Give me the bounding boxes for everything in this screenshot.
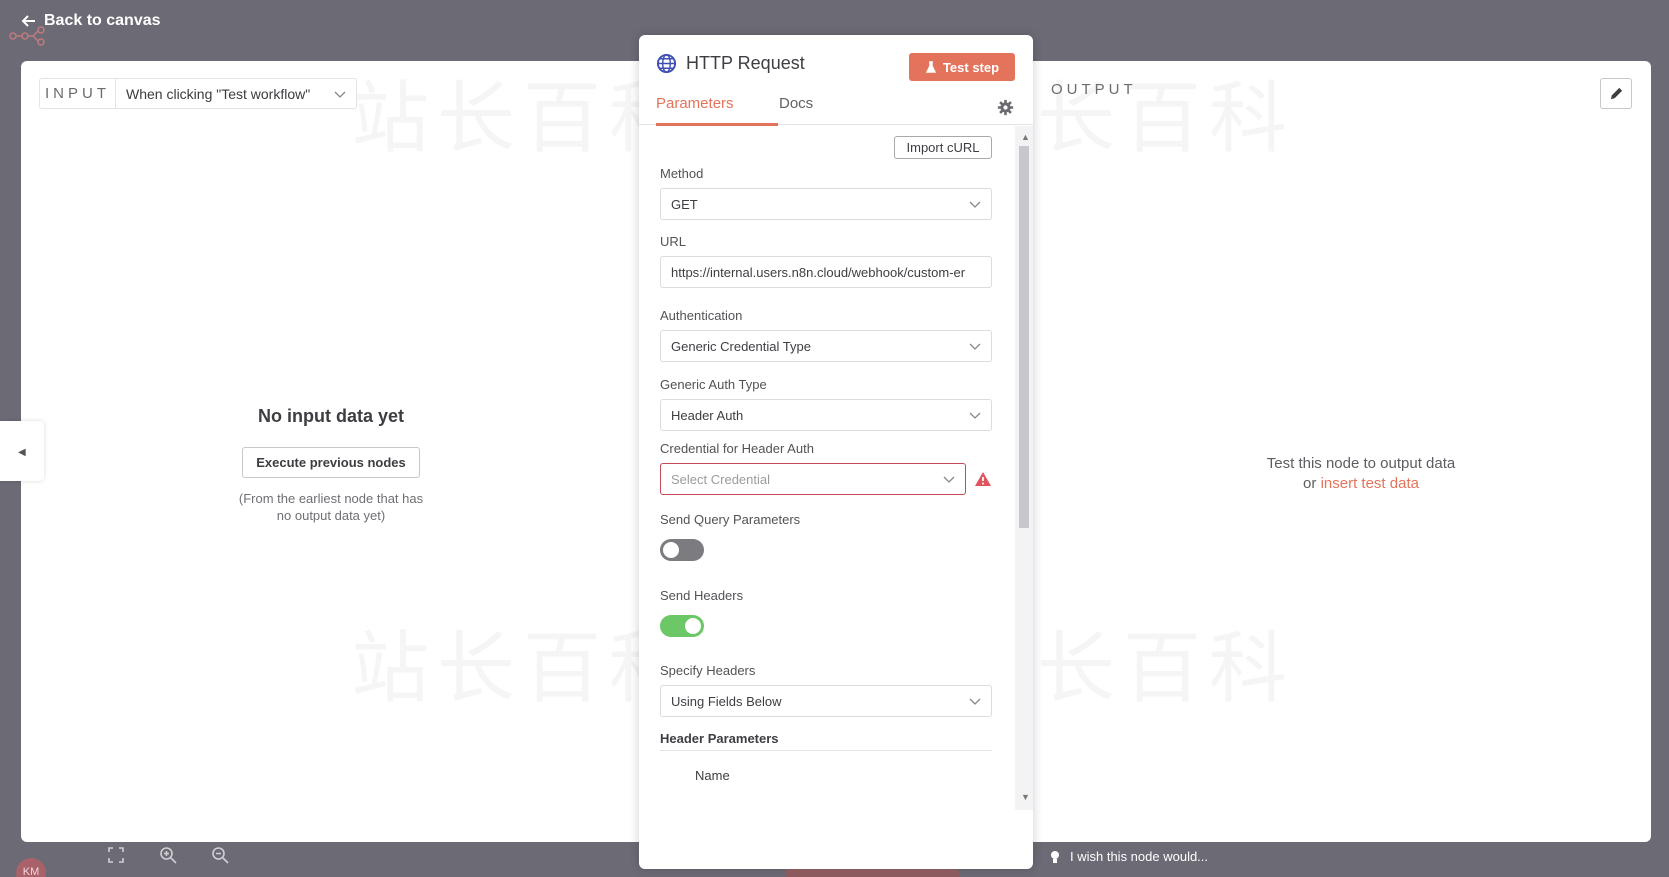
chevron-down-icon xyxy=(334,91,346,98)
scroll-up-icon[interactable]: ▲ xyxy=(1021,132,1030,142)
tab-docs[interactable]: Docs xyxy=(779,95,813,120)
send-headers-toggle[interactable] xyxy=(660,615,704,637)
generic-auth-type-select[interactable]: Header Auth xyxy=(660,399,992,431)
avatar[interactable]: KM xyxy=(16,858,46,877)
output-empty-line: Test this node to output data xyxy=(1266,455,1456,472)
header-name-label: Name xyxy=(695,768,730,783)
credential-label: Credential for Header Auth xyxy=(660,441,814,456)
send-headers-label: Send Headers xyxy=(660,588,744,603)
input-empty-hint: (From the earliest node that has no outpu… xyxy=(238,491,424,523)
authentication-label: Authentication xyxy=(660,308,743,323)
output-empty-state: Test this node to output data or insert … xyxy=(1241,454,1481,494)
method-label: Method xyxy=(660,166,704,181)
credential-placeholder: Select Credential xyxy=(671,471,770,487)
output-empty-or: or xyxy=(1303,475,1317,492)
method-select[interactable]: GET xyxy=(660,188,992,220)
chevron-down-icon xyxy=(969,698,981,705)
chevron-down-icon xyxy=(969,201,981,208)
parameters-form: Import cURL Method GET URL https://inter… xyxy=(639,126,1033,810)
feedback-link[interactable]: I wish this node would... xyxy=(1048,849,1208,864)
url-value: https://internal.users.n8n.cloud/webhook… xyxy=(671,264,966,280)
globe-icon xyxy=(656,53,677,74)
left-drag-handle[interactable]: ◀ xyxy=(0,421,44,481)
specify-headers-label: Specify Headers xyxy=(660,663,756,678)
input-trigger-value: When clicking "Test workflow" xyxy=(126,85,311,102)
flask-icon xyxy=(925,61,937,73)
input-trigger-select[interactable]: When clicking "Test workflow" xyxy=(116,79,356,108)
lightbulb-icon xyxy=(1051,850,1059,863)
chevron-down-icon xyxy=(969,343,981,350)
toggle-knob xyxy=(663,542,679,558)
test-step-button[interactable]: Test step xyxy=(909,53,1015,81)
warning-icon xyxy=(975,472,991,486)
generic-auth-type-value: Header Auth xyxy=(671,407,744,423)
input-pane-label: INPUT xyxy=(40,79,116,108)
send-query-toggle[interactable] xyxy=(660,539,704,561)
section-divider xyxy=(660,750,992,751)
send-query-label: Send Query Parameters xyxy=(660,512,801,527)
authentication-select[interactable]: Generic Credential Type xyxy=(660,330,992,362)
header-parameters-title: Header Parameters xyxy=(660,731,779,746)
scroll-down-icon[interactable]: ▼ xyxy=(1021,792,1030,802)
node-settings-panel: HTTP Request Test step Parameters Docs I… xyxy=(639,35,1033,869)
gear-icon[interactable] xyxy=(997,99,1014,116)
credential-select[interactable]: Select Credential xyxy=(660,463,966,495)
zoom-out-icon[interactable] xyxy=(211,846,229,864)
chevron-down-icon xyxy=(969,412,981,419)
insert-test-data-link[interactable]: insert test data xyxy=(1321,475,1419,492)
edit-output-button[interactable] xyxy=(1600,78,1632,109)
pencil-icon xyxy=(1610,87,1622,100)
toggle-knob xyxy=(685,618,701,634)
url-label: URL xyxy=(660,234,687,249)
method-value: GET xyxy=(671,196,698,212)
tab-parameters[interactable]: Parameters xyxy=(656,95,778,126)
scrollbar-thumb[interactable] xyxy=(1019,146,1029,528)
input-empty-state: No input data yet Execute previous nodes… xyxy=(21,406,641,524)
fullscreen-icon[interactable] xyxy=(107,846,125,864)
chevron-left-icon: ◀ xyxy=(18,447,26,458)
node-title-text: HTTP Request xyxy=(686,53,805,73)
n8n-logo-icon xyxy=(9,26,45,46)
input-header: INPUT When clicking "Test workflow" xyxy=(39,78,357,109)
back-to-canvas-label: Back to canvas xyxy=(44,12,161,29)
zoom-in-icon[interactable] xyxy=(159,846,177,864)
chevron-down-icon xyxy=(943,476,955,483)
execute-previous-nodes-button[interactable]: Execute previous nodes xyxy=(242,447,420,478)
input-empty-title: No input data yet xyxy=(257,406,404,426)
canvas-node-peek xyxy=(785,869,959,877)
test-step-label: Test step xyxy=(942,59,1000,75)
panel-header: HTTP Request Test step Parameters Docs xyxy=(639,35,1033,126)
specify-headers-value: Using Fields Below xyxy=(671,693,782,709)
import-curl-button[interactable]: Import cURL xyxy=(894,136,992,159)
authentication-value: Generic Credential Type xyxy=(671,338,811,354)
feedback-label: I wish this node would... xyxy=(1070,849,1209,864)
node-title[interactable]: HTTP Request xyxy=(656,53,805,74)
url-input[interactable]: https://internal.users.n8n.cloud/webhook… xyxy=(660,256,992,288)
output-pane-label: OUTPUT xyxy=(1051,81,1137,98)
panel-tabs: Parameters Docs xyxy=(639,95,1033,126)
generic-auth-type-label: Generic Auth Type xyxy=(660,377,767,392)
specify-headers-select[interactable]: Using Fields Below xyxy=(660,685,992,717)
